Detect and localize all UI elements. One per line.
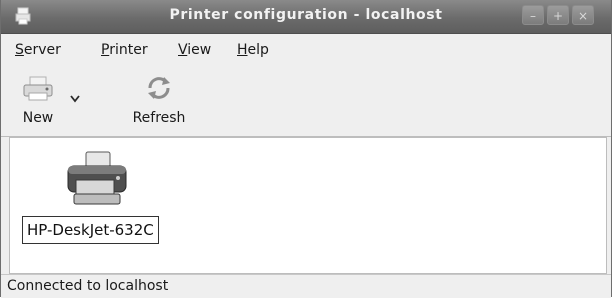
new-printer-icon <box>23 76 53 101</box>
new-button[interactable]: New <box>15 74 61 126</box>
menu-view-mnemonic: V <box>178 42 188 58</box>
printer-configuration-window: Printer configuration - localhost – + × … <box>0 0 612 298</box>
toolbar: New Refresh <box>1 64 611 137</box>
menu-bar: Server Printer View Help <box>1 34 611 64</box>
window-title: Printer configuration - localhost <box>169 7 443 23</box>
refresh-button[interactable]: Refresh <box>125 74 193 126</box>
printer-name-label[interactable]: HP-DeskJet-632C <box>22 216 159 244</box>
chevron-down-icon[interactable] <box>69 94 81 104</box>
minimize-icon[interactable]: – <box>522 5 544 25</box>
menu-server[interactable]: Server <box>15 42 61 58</box>
menu-help-mnemonic: H <box>237 42 248 58</box>
printer-list[interactable]: HP-DeskJet-632C <box>9 137 607 274</box>
refresh-icon <box>148 77 170 99</box>
menu-printer[interactable]: Printer <box>101 42 148 58</box>
new-button-label: New <box>22 110 54 126</box>
menu-printer-mnemonic: P <box>101 42 110 58</box>
menu-view-label: iew <box>187 42 212 58</box>
status-text: Connected to localhost <box>7 278 169 294</box>
status-bar: Connected to localhost <box>1 274 611 298</box>
menu-server-mnemonic: S <box>15 42 24 58</box>
printer-icon <box>67 151 127 205</box>
maximize-icon[interactable]: + <box>547 5 569 25</box>
refresh-button-label: Refresh <box>132 110 186 126</box>
menu-help-label: elp <box>247 42 269 58</box>
menu-help[interactable]: Help <box>237 42 269 58</box>
menu-printer-label: rinter <box>109 42 148 58</box>
menu-server-label: erver <box>23 42 61 58</box>
menu-view[interactable]: View <box>178 42 211 58</box>
title-bar[interactable]: Printer configuration - localhost – + × <box>1 0 611 34</box>
close-icon[interactable]: × <box>572 5 594 25</box>
